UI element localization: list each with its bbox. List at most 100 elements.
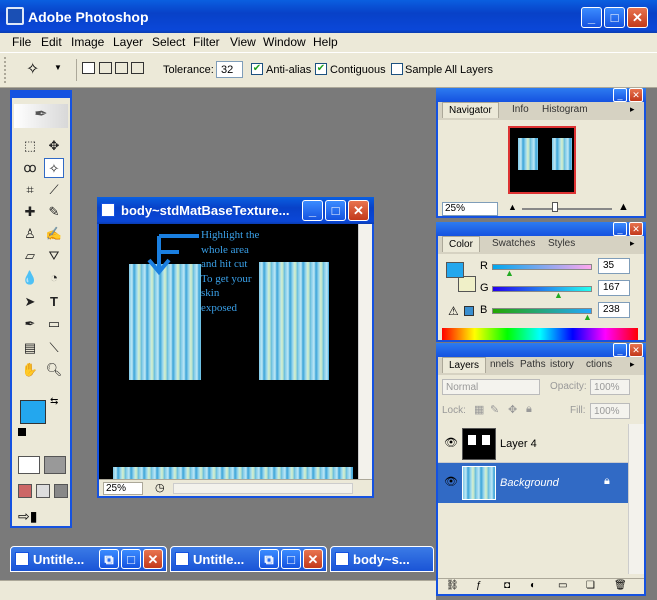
blue-value-input[interactable]: 238: [598, 302, 630, 318]
path-selection-icon[interactable]: ➤: [20, 292, 40, 312]
adjustment-layer-icon[interactable]: ◐: [530, 580, 536, 591]
green-value-input[interactable]: 167: [598, 280, 630, 296]
tab-histogram[interactable]: Histogram: [542, 104, 588, 115]
fill-input[interactable]: 100%: [590, 403, 630, 419]
magic-wand-tool-icon[interactable]: ✧: [44, 158, 64, 178]
contiguous-checkbox[interactable]: ✔: [315, 63, 327, 75]
chevron-down-icon[interactable]: ▼: [54, 63, 62, 72]
tolerance-input[interactable]: 32: [216, 61, 243, 78]
lock-all-icon[interactable]: 🔒︎: [526, 403, 532, 416]
eraser-tool-icon[interactable]: ▱: [20, 246, 40, 266]
zoom-out-icon[interactable]: ▲: [508, 202, 517, 212]
type-tool-icon[interactable]: T: [44, 292, 64, 312]
green-slider[interactable]: [492, 286, 592, 292]
tab-color[interactable]: Color: [442, 236, 480, 252]
panel-menu-icon[interactable]: ▸: [630, 238, 635, 249]
layers-minimize-button[interactable]: _: [613, 343, 627, 357]
color-bg-swatch[interactable]: [458, 276, 476, 292]
healing-brush-icon[interactable]: ✚: [20, 202, 40, 222]
new-group-icon[interactable]: ▭: [558, 580, 567, 591]
color-close-button[interactable]: ✕: [629, 222, 643, 236]
navigator-close-button[interactable]: ✕: [629, 88, 643, 102]
red-value-input[interactable]: 35: [598, 258, 630, 274]
trash-icon[interactable]: 🗑︎: [614, 580, 627, 591]
menu-edit[interactable]: Edit: [41, 35, 62, 49]
navigator-zoom-input[interactable]: 25%: [442, 202, 498, 216]
new-selection-icon[interactable]: [82, 62, 95, 74]
brush-tool-icon[interactable]: ✎: [44, 202, 64, 222]
doc-minimize-button[interactable]: _: [302, 200, 323, 221]
menu-select[interactable]: Select: [152, 35, 185, 49]
marquee-tool-icon[interactable]: ⬚: [20, 136, 40, 156]
minimize-button[interactable]: _: [581, 7, 602, 28]
layers-close-button[interactable]: ✕: [629, 343, 643, 357]
horizontal-scrollbar[interactable]: [173, 483, 353, 494]
minimized-window[interactable]: body~s...: [330, 546, 434, 572]
paint-bucket-icon[interactable]: ⛛: [44, 246, 64, 266]
tab-channels[interactable]: nnels: [490, 359, 514, 370]
gamut-swatch[interactable]: [464, 306, 474, 316]
pen-tool-icon[interactable]: ✒: [20, 314, 40, 334]
close-button[interactable]: ✕: [143, 549, 163, 569]
swap-colors-icon[interactable]: ⇆: [50, 396, 58, 407]
tab-paths[interactable]: Paths: [520, 359, 546, 370]
sample-all-layers-checkbox[interactable]: [391, 63, 403, 75]
magic-wand-icon[interactable]: ✧: [26, 59, 39, 79]
new-layer-icon[interactable]: ❏: [586, 580, 595, 591]
vertical-scrollbar[interactable]: [358, 224, 372, 479]
move-tool-icon[interactable]: ✥: [44, 136, 64, 156]
navigator-minimize-button[interactable]: _: [613, 88, 627, 102]
opacity-input[interactable]: 100%: [590, 379, 630, 395]
panel-menu-icon[interactable]: ▸: [630, 104, 635, 115]
blur-tool-icon[interactable]: 💧: [20, 268, 40, 288]
layer-row[interactable]: 👁︎ Layer 4: [438, 424, 628, 463]
tab-info[interactable]: Info: [512, 104, 529, 115]
red-slider-thumb-icon[interactable]: ▲: [505, 268, 514, 278]
menu-view[interactable]: View: [230, 35, 256, 49]
lock-position-icon[interactable]: ✥: [508, 403, 517, 416]
status-menu-icon[interactable]: ◷: [155, 481, 165, 494]
link-layers-icon[interactable]: ⛓: [446, 580, 459, 591]
screen-mode-full-icon[interactable]: [54, 484, 68, 498]
doc-maximize-button[interactable]: □: [325, 200, 346, 221]
eye-icon[interactable]: 👁︎: [444, 436, 458, 449]
menu-window[interactable]: Window: [263, 35, 306, 49]
minimized-window[interactable]: Untitle... ⧉ □ ✕: [10, 546, 167, 572]
grip[interactable]: [4, 57, 8, 83]
minimized-window[interactable]: Untitle... ⧉ □ ✕: [170, 546, 327, 572]
notes-tool-icon[interactable]: ▤: [20, 338, 40, 358]
clone-stamp-icon[interactable]: ♙: [20, 224, 40, 244]
zoom-slider[interactable]: [522, 208, 612, 210]
layer-mask-icon[interactable]: ◘: [504, 580, 510, 591]
layer-style-icon[interactable]: ƒ: [476, 580, 482, 591]
restore-button[interactable]: ⧉: [99, 549, 119, 569]
screen-mode-standard-icon[interactable]: [18, 484, 32, 498]
document-zoom[interactable]: 25%: [103, 482, 143, 495]
tab-navigator[interactable]: Navigator: [442, 102, 499, 118]
standard-mode-icon[interactable]: [18, 456, 40, 474]
navigator-thumbnail[interactable]: [508, 126, 576, 194]
layers-scrollbar[interactable]: [628, 424, 644, 574]
tab-history[interactable]: istory: [550, 359, 574, 370]
restore-button[interactable]: ⧉: [259, 549, 279, 569]
lasso-tool-icon[interactable]: ꝏ: [20, 158, 40, 178]
menu-image[interactable]: Image: [71, 35, 104, 49]
close-button[interactable]: ✕: [627, 7, 648, 28]
slice-tool-icon[interactable]: ⟋: [44, 180, 64, 200]
screen-mode-full-menu-icon[interactable]: [36, 484, 50, 498]
tab-styles[interactable]: Styles: [548, 238, 575, 249]
menu-help[interactable]: Help: [313, 35, 338, 49]
eye-icon[interactable]: 👁︎: [444, 475, 458, 488]
color-minimize-button[interactable]: _: [613, 222, 627, 236]
shape-tool-icon[interactable]: ▭: [44, 314, 64, 334]
color-fg-swatch[interactable]: [446, 262, 464, 278]
blend-mode-select[interactable]: Normal: [442, 379, 540, 395]
tab-swatches[interactable]: Swatches: [492, 238, 535, 249]
doc-close-button[interactable]: ✕: [348, 200, 369, 221]
maximize-button[interactable]: □: [281, 549, 301, 569]
dodge-tool-icon[interactable]: ◔: [44, 268, 64, 288]
subtract-selection-icon[interactable]: [115, 62, 128, 74]
intersect-selection-icon[interactable]: [131, 62, 144, 74]
zoom-tool-icon[interactable]: 🔍︎: [44, 360, 64, 380]
maximize-button[interactable]: □: [604, 7, 625, 28]
